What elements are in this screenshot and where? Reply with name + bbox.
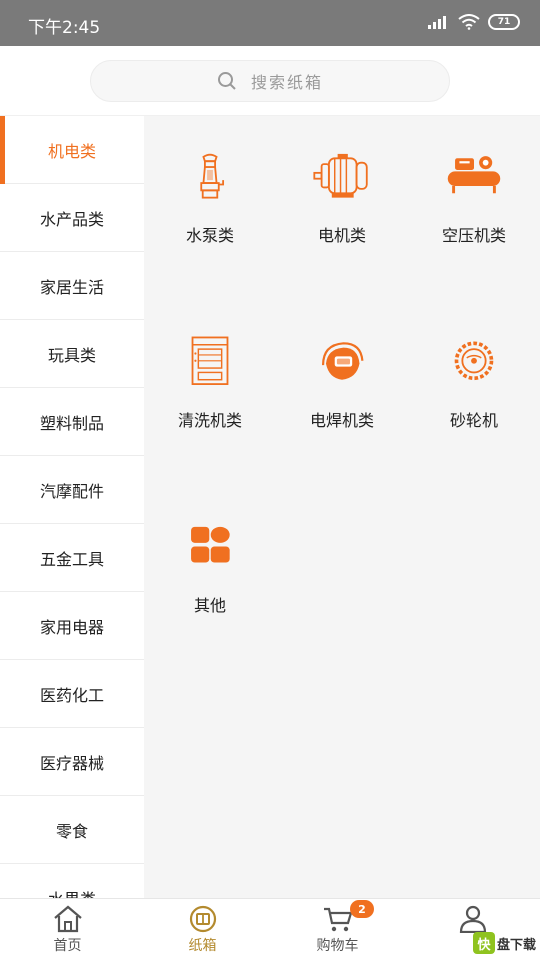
wifi-icon [458,14,480,30]
sidebar-item-yiyao[interactable]: 医药化工 [0,660,144,728]
grid-item-grinding-wheel[interactable]: 砂轮机 [408,301,540,431]
motor-icon [313,153,368,198]
sidebar-item-jidian[interactable]: 机电类 [0,116,144,184]
grid-item-label: 水泵类 [185,226,234,245]
search-icon [217,72,236,90]
sidebar-item-jiayong[interactable]: 家用电器 [0,592,144,660]
search-bar: 搜索纸箱 [0,46,540,116]
grid-item-label: 其他 [193,596,226,615]
bottom-nav: 首页 纸箱 2 购物车 快 盘下载 [0,898,540,960]
air-compressor-icon [447,156,501,194]
user-icon [459,905,486,933]
cart-badge: 2 [350,900,374,918]
signal-icon [428,16,446,29]
sidebar-item-jiaju[interactable]: 家居生活 [0,252,144,320]
status-icons: 71 [428,14,520,30]
home-icon [53,905,82,933]
welding-mask-icon [321,342,364,380]
water-pump-icon [200,153,225,199]
grid-item-other[interactable]: 其他 [144,486,276,616]
nav-home[interactable]: 首页 [0,899,135,960]
grid-item-air-compressor[interactable]: 空压机类 [408,116,540,246]
grinding-wheel-icon [454,341,494,381]
watermark-badge: 快 [472,932,495,954]
sidebar-item-yiliao[interactable]: 医疗器械 [0,728,144,796]
category-content: 水泵类 电机类 空压机类 清洗机类 电焊机类 砂轮机 其他 [144,116,540,898]
search-placeholder: 搜索纸箱 [250,73,323,92]
cart-icon [323,907,352,932]
nav-cart-label: 购物车 [316,938,359,954]
grid-item-label: 砂轮机 [449,411,498,430]
box-icon [189,905,216,933]
washing-machine-icon [191,336,229,385]
sidebar-item-wujin[interactable]: 五金工具 [0,524,144,592]
status-time: 下午2:45 [28,18,101,38]
nav-home-label: 首页 [53,938,82,954]
watermark-logo: 快 盘下载 [472,932,536,954]
status-bar: 下午2:45 71 [0,0,540,46]
search-input[interactable]: 搜索纸箱 [90,60,450,102]
grid-item-label: 电机类 [317,226,366,245]
battery-level: 71 [497,17,511,27]
sidebar-item-shuiguo[interactable]: 水果类 [0,864,144,898]
nav-box[interactable]: 纸箱 [135,899,270,960]
battery-icon: 71 [488,14,520,30]
sidebar-item-wanju[interactable]: 玩具类 [0,320,144,388]
sidebar-item-lingshi[interactable]: 零食 [0,796,144,864]
grid-four-icon [191,526,230,563]
sidebar-item-shuichanpin[interactable]: 水产品类 [0,184,144,252]
grid-item-motor[interactable]: 电机类 [276,116,408,246]
nav-box-label: 纸箱 [188,938,217,954]
grid-item-washing-machine[interactable]: 清洗机类 [144,301,276,431]
nav-cart[interactable]: 2 购物车 [270,899,405,960]
sidebar-item-suliao[interactable]: 塑料制品 [0,388,144,456]
grid-item-label: 电焊机类 [309,411,374,430]
category-sidebar[interactable]: 机电类 水产品类 家居生活 玩具类 塑料制品 汽摩配件 五金工具 家用电器 医药… [0,116,144,898]
watermark-text: 盘下载 [496,937,536,953]
grid-item-label: 清洗机类 [177,411,242,430]
grid-item-welding[interactable]: 电焊机类 [276,301,408,431]
sidebar-item-qimo[interactable]: 汽摩配件 [0,456,144,524]
grid-item-label: 空压机类 [441,226,506,245]
grid-item-water-pump[interactable]: 水泵类 [144,116,276,246]
